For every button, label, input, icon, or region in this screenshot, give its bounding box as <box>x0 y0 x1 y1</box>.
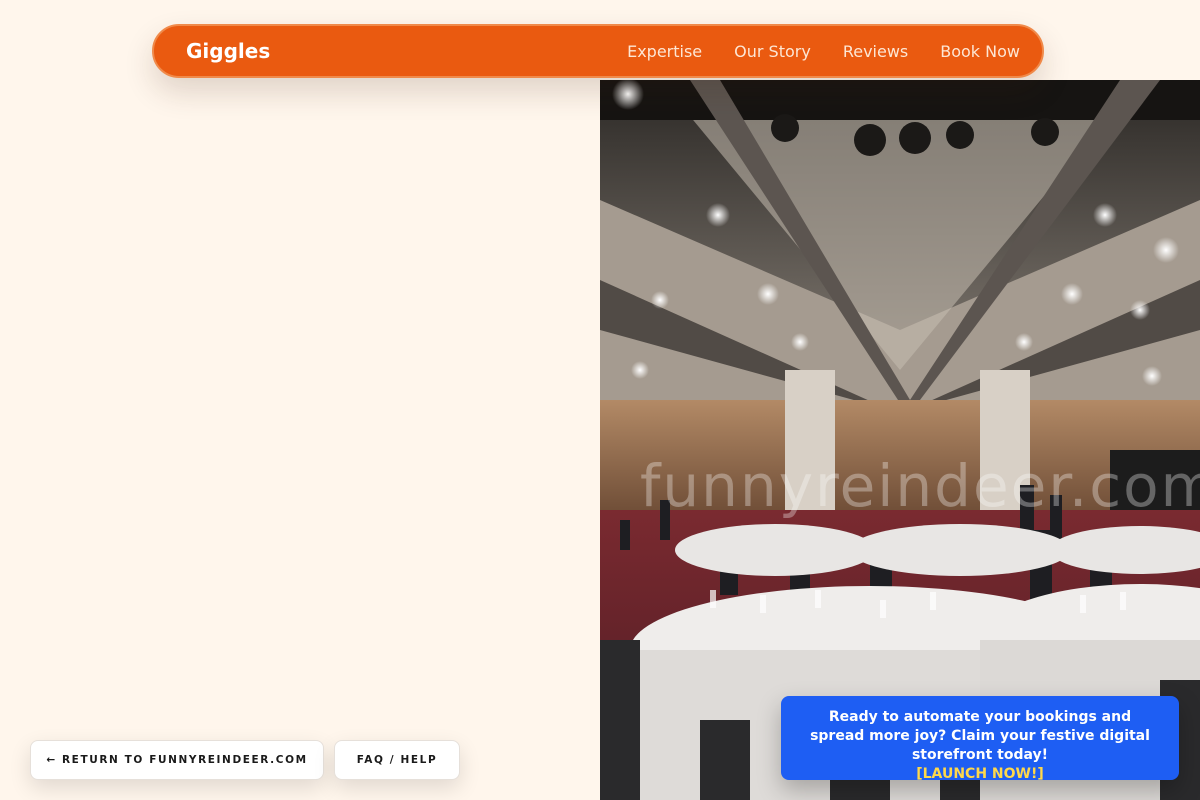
watermark-text: funnyreindeer.com <box>640 452 1200 520</box>
promo-message: Ready to automate your bookings and spre… <box>810 709 1150 763</box>
nav-link-reviews[interactable]: Reviews <box>843 42 908 61</box>
top-navbar: Giggles Expertise Our Story Reviews Book… <box>152 24 1044 78</box>
banquet-hall-photo <box>600 80 1200 800</box>
page: funnyreindeer.com Giggles Expertise Our … <box>0 0 1200 800</box>
return-to-site-button[interactable]: ← RETURN TO FUNNYREINDEER.COM <box>30 740 324 780</box>
brand-logo[interactable]: Giggles <box>186 39 270 63</box>
nav-link-expertise[interactable]: Expertise <box>627 42 702 61</box>
hero-image: funnyreindeer.com <box>600 80 1200 800</box>
launch-now-link[interactable]: [LAUNCH NOW!] <box>916 765 1044 784</box>
nav-links: Expertise Our Story Reviews Book Now <box>627 42 1020 61</box>
nav-link-book-now[interactable]: Book Now <box>940 42 1020 61</box>
promo-banner: Ready to automate your bookings and spre… <box>781 696 1179 782</box>
nav-link-our-story[interactable]: Our Story <box>734 42 811 61</box>
faq-help-button[interactable]: FAQ / HELP <box>334 740 460 780</box>
